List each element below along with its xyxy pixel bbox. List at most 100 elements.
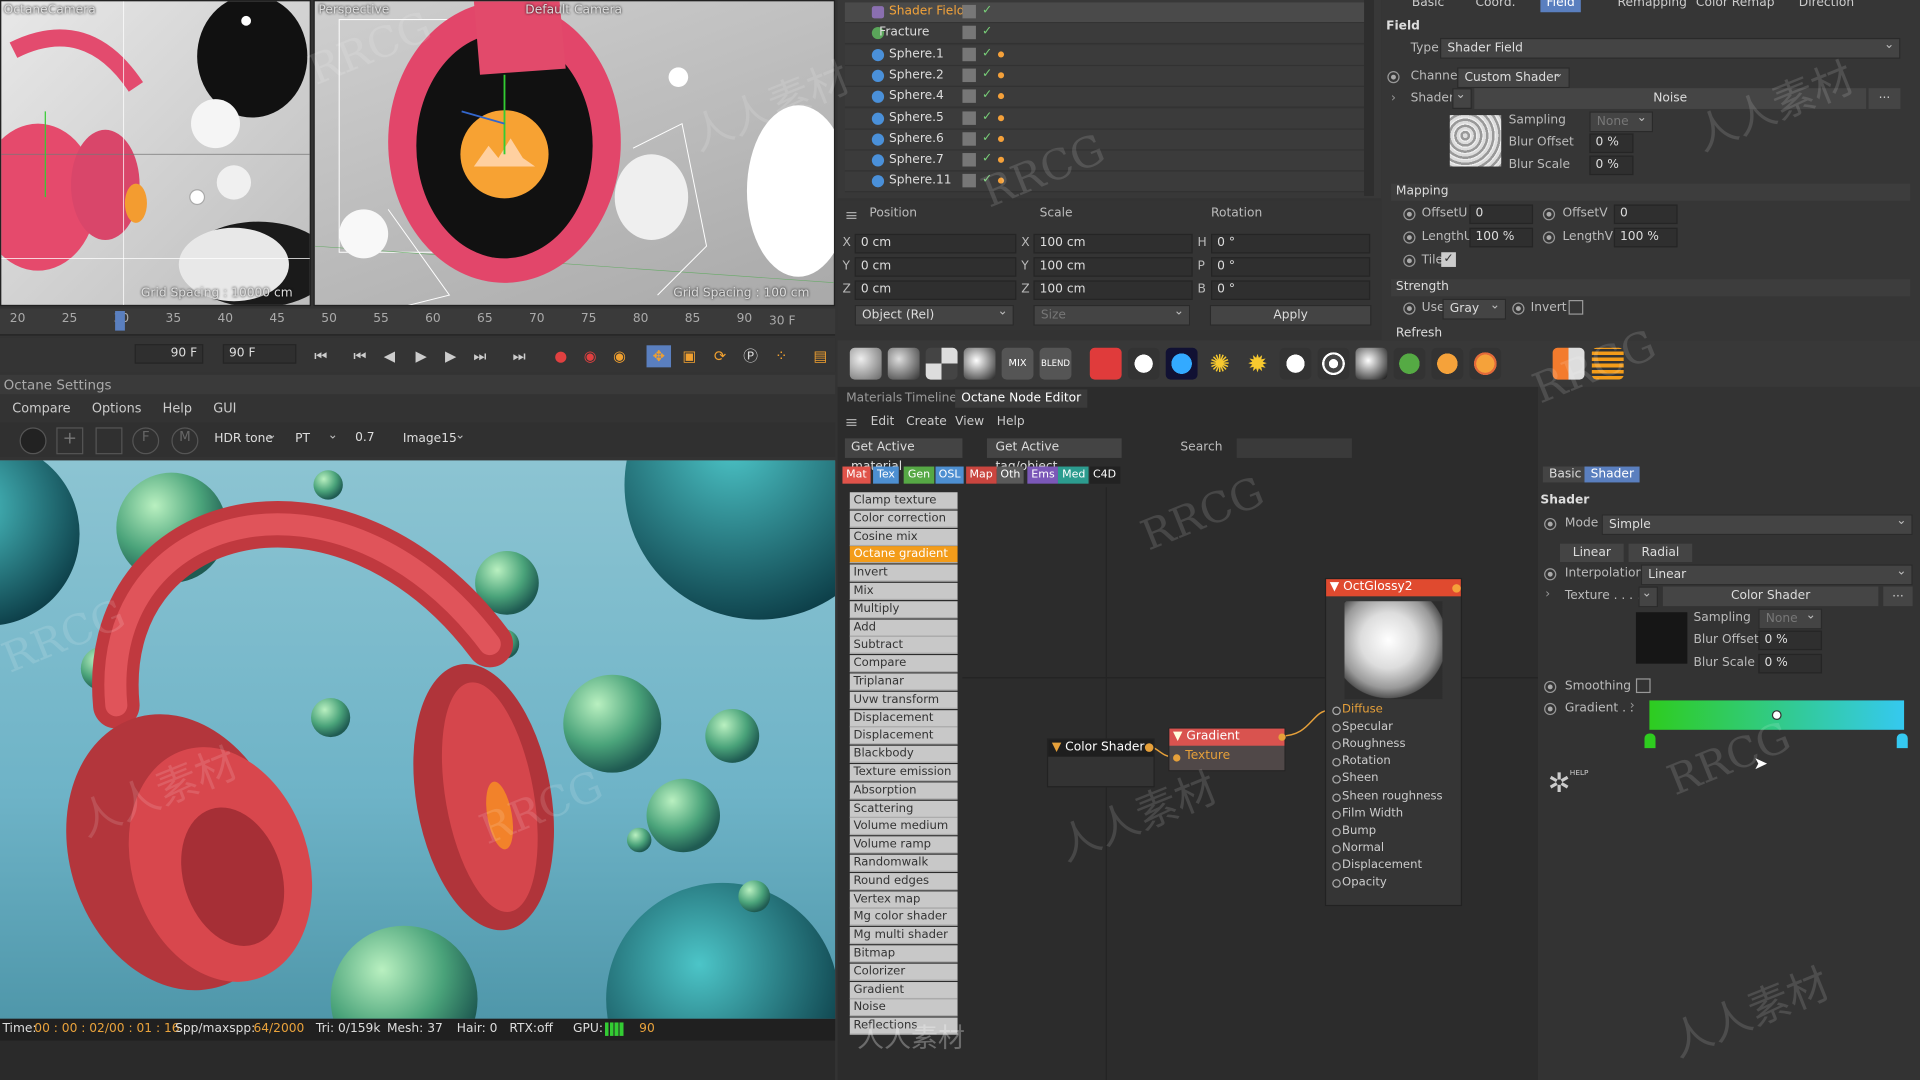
channel-anim-radio[interactable] — [1387, 71, 1400, 84]
rotation-p-field[interactable]: 0 ° — [1211, 257, 1371, 277]
get-active-tag-button[interactable]: Get Active tag/object — [986, 438, 1122, 474]
enabled-check-icon[interactable]: ✓ — [982, 4, 992, 17]
daylight-icon[interactable] — [1165, 347, 1198, 380]
material-pin[interactable]: Film Width — [1332, 806, 1403, 820]
tab-basic[interactable]: Basic — [1542, 466, 1588, 483]
apply-button[interactable]: Apply — [1209, 304, 1372, 326]
visibility-toggle[interactable] — [962, 4, 976, 19]
material-pin[interactable]: Normal — [1332, 841, 1384, 854]
color-shader-output-port[interactable] — [1144, 743, 1154, 752]
diffuse-material-icon[interactable] — [849, 347, 882, 380]
visibility-toggle[interactable] — [962, 47, 976, 61]
radial-button[interactable]: Radial — [1628, 543, 1693, 563]
lengthv-anim-radio[interactable] — [1542, 231, 1556, 244]
color-shader-node[interactable]: ▼ Color Shader — [1046, 738, 1155, 788]
blur-scale-field[interactable]: 0 % — [1589, 155, 1634, 176]
offsetv-field[interactable]: 0 — [1613, 204, 1678, 225]
texture-more-button[interactable]: ... — [1883, 586, 1913, 607]
offsetu-anim-radio[interactable] — [1403, 208, 1416, 221]
exposure-field[interactable]: 0.7 — [350, 429, 392, 450]
area-light-icon[interactable]: ✹ — [1242, 348, 1274, 380]
camera-imager-icon[interactable] — [1127, 347, 1160, 380]
goto-start-icon[interactable]: ⏮ — [309, 345, 333, 367]
object-row[interactable]: Sphere.2 ✓ — [844, 65, 1367, 87]
prev-key-icon[interactable]: ⏮ — [348, 345, 372, 367]
tab-shader[interactable]: Shader — [1584, 466, 1641, 483]
rotation-b-field[interactable]: 0 ° — [1211, 280, 1371, 301]
category-tab-map[interactable]: Map — [965, 466, 997, 484]
menu-compare[interactable]: Compare — [12, 402, 70, 417]
fog-volume-icon[interactable] — [1469, 347, 1502, 380]
plane-light-icon[interactable] — [1279, 347, 1312, 380]
use-select[interactable]: Gray — [1442, 296, 1507, 320]
material-pin[interactable]: Opacity — [1332, 876, 1387, 889]
scale-x-field[interactable]: 100 cm — [1033, 233, 1193, 254]
tag-icon[interactable] — [997, 50, 1005, 58]
interpolation-select[interactable]: Linear — [1640, 562, 1913, 586]
node-list-item[interactable]: Mg color shader — [849, 909, 958, 927]
visibility-toggle[interactable] — [962, 131, 976, 146]
scale-key-icon[interactable]: ▣ — [677, 345, 701, 367]
node-list-item[interactable]: Round edges — [849, 872, 958, 890]
node-list-item[interactable]: Multiply — [849, 600, 958, 619]
node-list-item[interactable]: Randomwalk medium — [849, 854, 958, 887]
gradient-midpoint-handle[interactable] — [1771, 710, 1782, 721]
gradient-anim-radio[interactable] — [1544, 702, 1557, 716]
strength-section[interactable] — [1391, 279, 1911, 297]
timeline-ruler[interactable]: 202530354045505560657075808590 30 F — [0, 308, 836, 336]
material-pin[interactable]: Sheen — [1332, 772, 1378, 785]
node-list-item[interactable]: Texture emission — [849, 764, 958, 782]
editor-menu-create[interactable]: Create — [906, 415, 947, 428]
linear-button[interactable]: Linear — [1560, 543, 1624, 563]
position-y-field[interactable]: 0 cm — [854, 257, 1017, 277]
attr-tab-direction[interactable]: Direction — [1793, 0, 1861, 12]
attr-tab-field[interactable]: Field — [1540, 0, 1581, 13]
viewport-camera[interactable]: OctaneCamera Grid Spacing : 10000 cm — [0, 0, 312, 307]
tag-icon[interactable] — [997, 93, 1005, 100]
visibility-toggle[interactable] — [962, 89, 976, 104]
material-pin[interactable]: Sheen roughness — [1332, 789, 1443, 803]
node-list-item[interactable]: Octane gradient — [849, 546, 958, 564]
enabled-check-icon[interactable]: ✓ — [982, 131, 992, 144]
category-tab-oth[interactable]: Oth — [996, 466, 1025, 484]
region-icon[interactable] — [95, 427, 123, 455]
gradient-node[interactable]: ▼ Gradient Texture — [1168, 727, 1286, 772]
editor-tab-octane-node-editor[interactable]: Octane Node Editor — [955, 389, 1088, 408]
enabled-check-icon[interactable]: ✓ — [982, 152, 992, 165]
gradient-output-port[interactable] — [1278, 733, 1286, 741]
metal-material-icon[interactable] — [963, 347, 996, 380]
enabled-check-icon[interactable]: ✓ — [982, 67, 992, 80]
node-list-item[interactable]: Uvw transform — [849, 691, 958, 709]
enabled-check-icon[interactable]: ✓ — [982, 88, 992, 101]
object-row[interactable]: Shader Field ✓ — [844, 2, 1367, 24]
search-input[interactable] — [1236, 438, 1352, 458]
material-pin[interactable]: Roughness — [1332, 737, 1406, 751]
material-pin[interactable]: Bump — [1332, 824, 1376, 837]
attr-tab-remapping[interactable]: Remapping — [1611, 0, 1693, 12]
blur-offset-field[interactable]: 0 % — [1758, 630, 1823, 651]
node-list-item[interactable]: Reflections — [849, 1017, 958, 1035]
film-strip-icon[interactable] — [1591, 347, 1624, 380]
step-forward-icon[interactable]: ▶ — [438, 345, 462, 367]
render-camera-icon[interactable] — [1089, 347, 1122, 380]
offsetv-anim-radio[interactable] — [1542, 208, 1556, 221]
shader-menu-button[interactable] — [1452, 86, 1472, 109]
sun-light-icon[interactable]: ✺ — [1204, 348, 1236, 380]
param-key-icon[interactable]: Ⓟ — [738, 345, 762, 367]
object-row[interactable]: Sphere.11 ✓ — [844, 171, 1367, 193]
gradient-start-knot[interactable] — [1644, 733, 1656, 749]
category-tab-ems[interactable]: Ems — [1027, 466, 1059, 484]
sampling-select[interactable]: None — [1589, 109, 1654, 133]
image-select[interactable]: Image15 — [396, 426, 471, 451]
lengthu-anim-radio[interactable] — [1403, 231, 1416, 244]
enabled-check-icon[interactable]: ✓ — [982, 25, 992, 38]
tag-icon[interactable] — [997, 135, 1005, 142]
interpolation-anim-radio[interactable] — [1544, 568, 1557, 581]
material-output-port[interactable] — [1452, 584, 1461, 593]
type-select[interactable]: Shader Field — [1440, 36, 1901, 59]
offsetu-field[interactable]: 0 — [1469, 204, 1534, 225]
category-tab-med[interactable]: Med — [1058, 466, 1090, 484]
rotation-h-field[interactable]: 0 ° — [1211, 233, 1371, 254]
node-list-item[interactable]: Cosine mix — [849, 528, 958, 546]
blend-material-icon[interactable]: BLEND — [1039, 347, 1072, 380]
